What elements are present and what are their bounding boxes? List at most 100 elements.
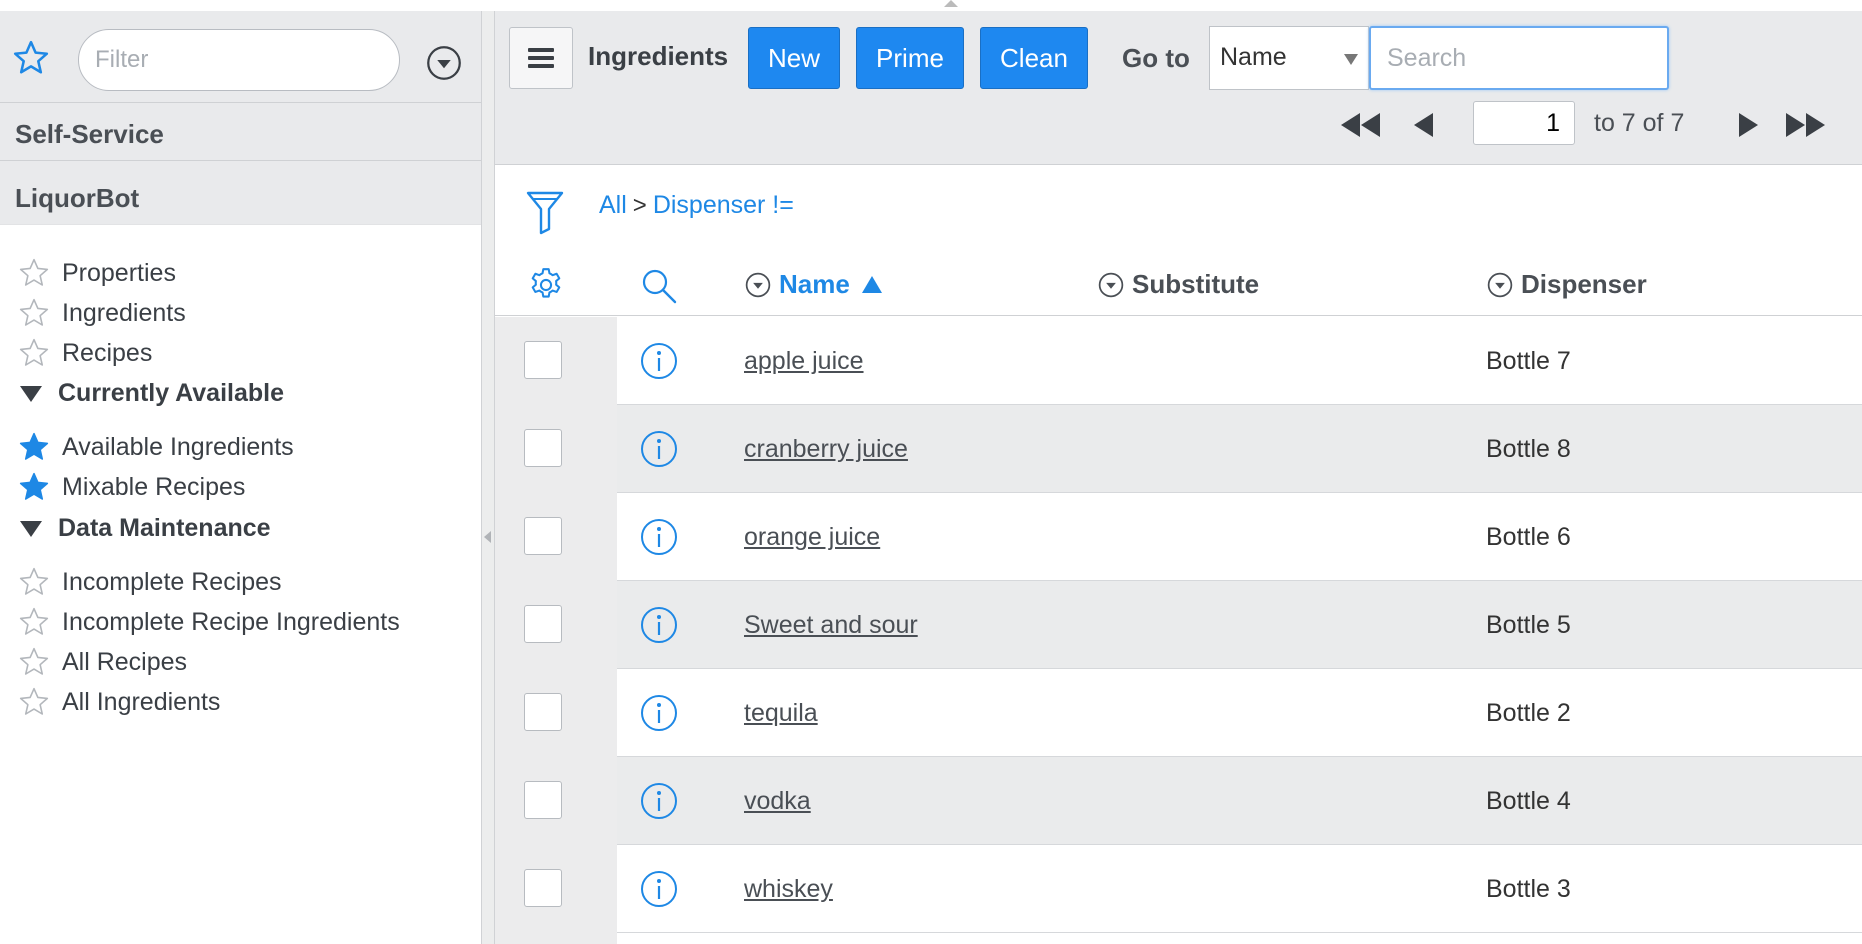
nav-item[interactable]: Incomplete Recipe Ingredients bbox=[18, 604, 400, 640]
row-dispenser: Bottle 3 bbox=[1486, 875, 1571, 903]
info-icon[interactable] bbox=[640, 870, 678, 908]
row-checkbox[interactable] bbox=[524, 869, 562, 907]
column-name-label: Name bbox=[779, 269, 850, 299]
nav-item-label: All Recipes bbox=[62, 647, 188, 676]
nav-item[interactable]: Recipes bbox=[18, 335, 152, 371]
breadcrumb-all-link[interactable]: All bbox=[599, 191, 627, 220]
breadcrumb-filter-link[interactable]: Dispenser != bbox=[653, 191, 794, 220]
table-row: Sweet and sour Bottle 5 bbox=[495, 581, 1862, 669]
info-icon[interactable] bbox=[640, 342, 678, 380]
row-name-link[interactable]: Sweet and sour bbox=[744, 611, 918, 640]
nav-group-label: Data Maintenance bbox=[58, 514, 271, 542]
section-self-service[interactable]: Self-Service bbox=[0, 103, 481, 161]
star-icon[interactable] bbox=[18, 646, 50, 678]
row-name-link[interactable]: apple juice bbox=[744, 347, 864, 376]
funnel-icon[interactable] bbox=[525, 189, 565, 235]
row-select-cell bbox=[495, 581, 617, 669]
row-checkbox[interactable] bbox=[524, 605, 562, 643]
nav-group-header[interactable]: Currently Available bbox=[20, 379, 284, 408]
section-liquorbot[interactable]: LiquorBot bbox=[0, 161, 481, 225]
star-icon[interactable] bbox=[18, 686, 50, 718]
star-icon[interactable] bbox=[18, 297, 50, 329]
chevron-down-icon[interactable] bbox=[426, 45, 462, 81]
gear-icon[interactable] bbox=[527, 266, 565, 304]
row-checkbox[interactable] bbox=[524, 517, 562, 555]
row-dispenser: Bottle 5 bbox=[1486, 611, 1571, 639]
star-icon[interactable] bbox=[18, 471, 50, 503]
nav-item[interactable]: Mixable Recipes bbox=[18, 469, 245, 505]
menu-button[interactable] bbox=[509, 27, 573, 89]
nav-group-label: Currently Available bbox=[58, 379, 285, 407]
collapse-arrow-icon[interactable] bbox=[484, 531, 491, 543]
column-header-dispenser[interactable]: Dispenser bbox=[1487, 269, 1647, 300]
star-icon[interactable] bbox=[18, 337, 50, 369]
star-icon[interactable] bbox=[18, 257, 50, 289]
info-icon[interactable] bbox=[640, 606, 678, 644]
nav-item[interactable]: Incomplete Recipes bbox=[18, 564, 282, 600]
row-checkbox[interactable] bbox=[524, 781, 562, 819]
nav-item[interactable]: Ingredients bbox=[18, 295, 186, 331]
star-icon[interactable] bbox=[18, 606, 50, 638]
breadcrumb: All > Dispenser != bbox=[599, 191, 794, 220]
dropdown-arrow-icon bbox=[1344, 54, 1358, 65]
row-checkbox[interactable] bbox=[524, 429, 562, 467]
row-name-link[interactable]: cranberry juice bbox=[744, 435, 908, 464]
row-checkbox[interactable] bbox=[524, 341, 562, 379]
prev-page-icon[interactable] bbox=[1411, 107, 1435, 143]
info-icon[interactable] bbox=[640, 518, 678, 556]
last-page-icon[interactable] bbox=[1784, 107, 1828, 143]
row-dispenser: Bottle 8 bbox=[1486, 435, 1571, 463]
chevron-down-icon[interactable] bbox=[1487, 272, 1513, 298]
table-row: cranberry juice Bottle 8 bbox=[495, 405, 1862, 493]
star-icon[interactable] bbox=[18, 566, 50, 598]
row-dispenser: Bottle 6 bbox=[1486, 523, 1571, 551]
goto-label: Go to bbox=[1122, 43, 1190, 73]
table-header: Name Substitute Dispenser bbox=[495, 256, 1862, 316]
column-header-name[interactable]: Name bbox=[745, 269, 882, 300]
next-page-icon[interactable] bbox=[1737, 107, 1761, 143]
row-name-link[interactable]: tequila bbox=[744, 699, 818, 728]
filter-input[interactable] bbox=[78, 29, 400, 91]
column-substitute-label: Substitute bbox=[1132, 269, 1260, 299]
row-select-cell bbox=[495, 757, 617, 845]
row-name-link[interactable]: orange juice bbox=[744, 523, 880, 552]
nav-item[interactable]: Available Ingredients bbox=[18, 429, 294, 465]
nav-group-header[interactable]: Data Maintenance bbox=[20, 514, 271, 543]
star-icon[interactable] bbox=[18, 431, 50, 463]
nav-item[interactable]: All Ingredients bbox=[18, 684, 220, 720]
goto-field-select[interactable]: Name bbox=[1209, 26, 1369, 90]
page-title: Ingredients bbox=[588, 41, 729, 71]
nav-item-label: Ingredients bbox=[62, 298, 186, 327]
collapse-caret-icon[interactable] bbox=[944, 0, 958, 7]
star-icon[interactable] bbox=[12, 39, 50, 77]
sidebar-splitter[interactable] bbox=[481, 11, 495, 944]
page-number-input[interactable] bbox=[1473, 101, 1575, 145]
search-icon[interactable] bbox=[639, 266, 679, 306]
chevron-down-icon[interactable] bbox=[745, 272, 771, 298]
row-name-link[interactable]: vodka bbox=[744, 787, 811, 816]
hamburger-icon bbox=[528, 48, 554, 68]
info-icon[interactable] bbox=[640, 782, 678, 820]
nav-item[interactable]: All Recipes bbox=[18, 644, 187, 680]
row-name-link[interactable]: whiskey bbox=[744, 875, 833, 904]
column-header-substitute[interactable]: Substitute bbox=[1098, 269, 1259, 300]
search-input[interactable] bbox=[1369, 26, 1669, 90]
prime-button[interactable]: Prime bbox=[856, 27, 964, 89]
row-dispenser: Bottle 4 bbox=[1486, 787, 1571, 815]
nav-item[interactable]: Properties bbox=[18, 255, 176, 291]
row-checkbox[interactable] bbox=[524, 693, 562, 731]
clean-button[interactable]: Clean bbox=[980, 27, 1088, 89]
sort-ascending-icon bbox=[861, 276, 882, 293]
info-icon[interactable] bbox=[640, 694, 678, 732]
info-icon[interactable] bbox=[640, 430, 678, 468]
page-range-text: to 7 of 7 bbox=[1594, 109, 1685, 137]
chevron-down-icon[interactable] bbox=[1098, 272, 1124, 298]
column-dispenser-label: Dispenser bbox=[1521, 269, 1647, 299]
new-button[interactable]: New bbox=[748, 27, 840, 89]
first-page-icon[interactable] bbox=[1338, 107, 1382, 143]
row-select-cell bbox=[495, 493, 617, 581]
row-select-cell bbox=[495, 405, 617, 493]
row-select-cell bbox=[495, 317, 617, 405]
collapse-triangle-icon bbox=[20, 520, 42, 537]
toolbar: Ingredients New Prime Clean Go to Name t… bbox=[495, 11, 1862, 165]
